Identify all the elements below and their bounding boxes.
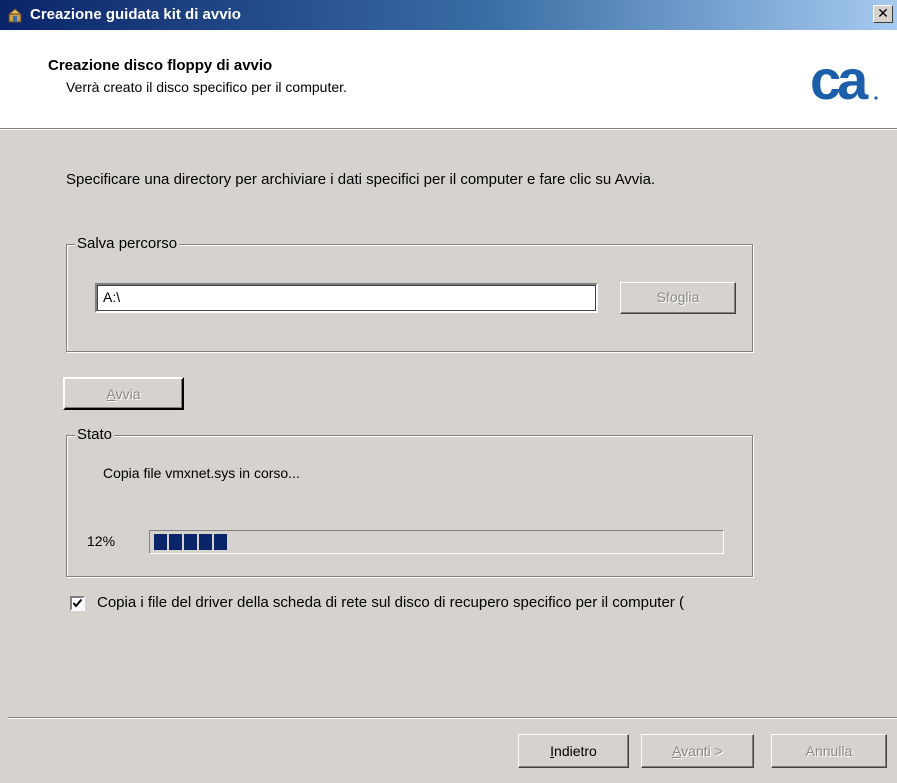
window-title: Creazione guidata kit di avvio <box>30 6 241 23</box>
back-button[interactable]: Indietro <box>518 734 629 768</box>
progress-percent: 12% <box>87 533 116 549</box>
ca-logo-text: ca <box>810 52 869 110</box>
next-button-accel: A <box>672 743 682 759</box>
progress-bar <box>149 530 724 554</box>
browse-button[interactable]: Sfoglia <box>620 282 736 314</box>
copy-nic-drivers-label: Copia i file del driver della scheda di … <box>97 594 684 611</box>
status-group: Stato Copia file vmxnet.sys in corso... … <box>66 426 753 577</box>
save-path-input[interactable]: A:\ <box>95 283 598 313</box>
wizard-app-icon <box>7 8 23 23</box>
status-message: Copia file vmxnet.sys in corso... <box>103 465 300 481</box>
next-button[interactable]: Avanti > <box>641 734 754 768</box>
progress-segment <box>214 534 227 550</box>
page-subtitle: Verrà creato il disco specifico per il c… <box>66 79 347 95</box>
wizard-header: Creazione disco floppy di avvio Verrà cr… <box>0 30 897 130</box>
ca-logo: ca <box>810 52 878 110</box>
start-button-label: vvia <box>115 386 141 402</box>
instruction-text: Specificare una directory per archiviare… <box>66 171 656 188</box>
page-title: Creazione disco floppy di avvio <box>48 57 273 74</box>
cancel-button[interactable]: Annulla <box>771 734 887 768</box>
status-legend: Stato <box>75 426 115 443</box>
checkmark-icon <box>72 598 83 608</box>
title-bar[interactable]: Creazione guidata kit di avvio ✕ <box>0 0 897 30</box>
wizard-window: Creazione guidata kit di avvio ✕ Creazio… <box>0 0 897 783</box>
next-button-label: vanti > <box>681 743 723 759</box>
copy-nic-drivers-checkbox[interactable] <box>70 596 85 611</box>
close-button[interactable]: ✕ <box>873 5 893 23</box>
footer-divider <box>8 717 897 719</box>
progress-segment <box>169 534 182 550</box>
progress-fill <box>154 534 227 550</box>
close-icon: ✕ <box>877 6 889 22</box>
start-button[interactable]: Avvia <box>63 377 184 410</box>
start-button-accel: A <box>106 386 116 402</box>
back-button-label: ndietro <box>554 743 597 759</box>
save-path-legend: Salva percorso <box>75 235 180 252</box>
progress-segment <box>154 534 167 550</box>
save-path-group: Salva percorso A:\ Sfoglia <box>66 235 753 352</box>
progress-segment <box>184 534 197 550</box>
progress-segment <box>199 534 212 550</box>
